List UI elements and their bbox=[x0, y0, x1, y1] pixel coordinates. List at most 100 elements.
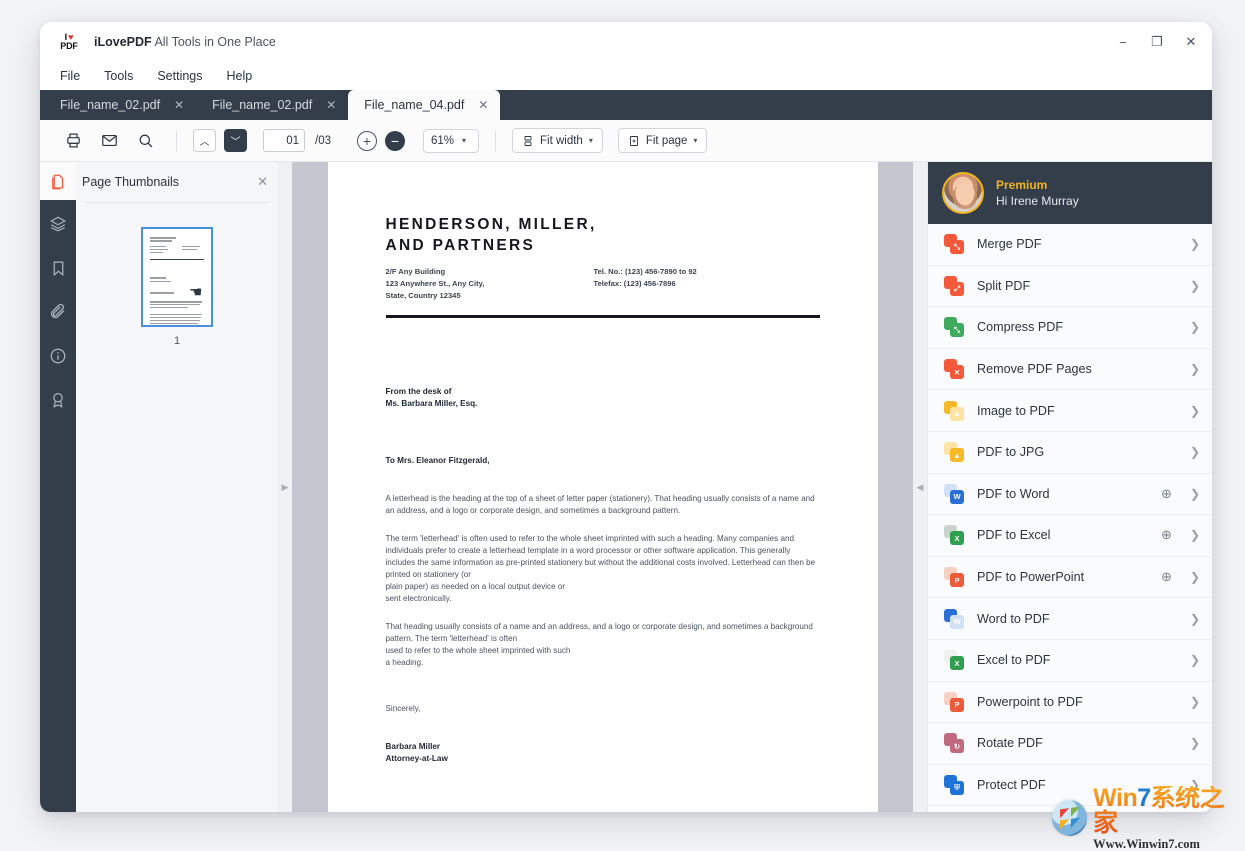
document-page: HENDERSON, MILLER, AND PARTNERS 2/F Any … bbox=[328, 162, 878, 812]
print-icon[interactable] bbox=[58, 126, 88, 156]
maximize-button[interactable]: ❐ bbox=[1140, 25, 1174, 59]
body-paragraph-1: A letterhead is the heading at the top o… bbox=[386, 493, 820, 517]
tool-row-pdf-to-jpg[interactable]: ▲ PDF to JPG ❯ bbox=[928, 432, 1212, 474]
collapse-right-arrow-icon[interactable]: ▶ bbox=[282, 482, 289, 493]
info-icon[interactable] bbox=[46, 344, 70, 368]
tool-row-merge-pdf[interactable]: ⤡Merge PDF❯ bbox=[928, 224, 1212, 266]
tool-row-split-pdf[interactable]: ⤢ Split PDF ❯ bbox=[928, 266, 1212, 308]
tab-file-1[interactable]: File_name_02.pdf ✕ bbox=[44, 90, 196, 120]
tool-row-excel-to-pdf[interactable]: XExcel to PDF❯ bbox=[928, 640, 1212, 682]
close-button[interactable]: ✕ bbox=[1174, 25, 1208, 59]
fit-page-icon bbox=[628, 135, 640, 147]
fit-page-button[interactable]: Fit page ▾ bbox=[618, 128, 708, 153]
tool-row-powerpoint-to-pdf[interactable]: PPowerpoint to PDF❯ bbox=[928, 682, 1212, 724]
page-number-input[interactable] bbox=[263, 129, 305, 152]
left-panel-splitter[interactable]: ▶ bbox=[278, 162, 292, 812]
chevron-right-icon[interactable]: ❯ bbox=[1190, 695, 1200, 709]
tab-file-3-active[interactable]: File_name_04.pdf ✕ bbox=[348, 90, 500, 120]
chevron-down-icon: ▾ bbox=[589, 136, 593, 145]
zoom-out-button[interactable]: − bbox=[385, 131, 405, 151]
layers-icon[interactable] bbox=[46, 212, 70, 236]
menu-item-tools[interactable]: Tools bbox=[92, 66, 145, 86]
tool-row-word-to-pdf[interactable]: WWord to PDF❯ bbox=[928, 598, 1212, 640]
address-line-3: State, Country 12345 bbox=[386, 290, 594, 302]
tool-row-pdf-to-powerpoint[interactable]: P PDF to PowerPoint ⊕ ❯ bbox=[928, 557, 1212, 599]
left-icon-rail bbox=[40, 162, 76, 812]
chevron-right-icon[interactable]: ❯ bbox=[1190, 736, 1200, 750]
tool-row-pdf-to-pdf-a[interactable]: /APDF to PDF/A❯ bbox=[928, 806, 1212, 812]
menu-item-help[interactable]: Help bbox=[215, 66, 265, 86]
globe-icon[interactable]: ⊕ bbox=[1161, 569, 1172, 585]
tool-row-compress-pdf[interactable]: ⤡Compress PDF❯ bbox=[928, 307, 1212, 349]
previous-page-button[interactable]: ︿ bbox=[193, 129, 216, 152]
chevron-right-icon[interactable]: ❯ bbox=[1190, 237, 1200, 251]
chevron-right-icon[interactable]: ❯ bbox=[1190, 279, 1200, 293]
fit-width-button[interactable]: Fit width ▾ bbox=[512, 128, 603, 153]
tab-close-icon[interactable]: ✕ bbox=[174, 98, 184, 112]
close-icon[interactable]: ✕ bbox=[257, 174, 268, 190]
attachment-icon[interactable] bbox=[46, 300, 70, 324]
globe-icon[interactable]: ⊕ bbox=[1161, 527, 1172, 543]
tool-label: Protect PDF bbox=[977, 778, 1177, 792]
globe-icon[interactable]: ⊕ bbox=[1161, 486, 1172, 502]
right-panel-splitter[interactable]: ◀ bbox=[913, 162, 927, 812]
chevron-right-icon[interactable]: ❯ bbox=[1190, 612, 1200, 626]
pdf-to-powerpoint-icon: P bbox=[944, 567, 964, 587]
main-body: Page Thumbnails ✕ bbox=[40, 162, 1212, 812]
avatar[interactable] bbox=[942, 172, 984, 214]
pdf-to-jpg-icon: ▲ bbox=[944, 442, 964, 462]
address-line-1: 2/F Any Building bbox=[386, 266, 594, 278]
user-account-bar[interactable]: Premium Hi Irene Murray bbox=[928, 162, 1212, 224]
next-page-button[interactable]: ﹀ bbox=[224, 129, 247, 152]
user-greeting: Hi Irene Murray bbox=[996, 194, 1079, 208]
split-pdf-icon: ⤢ bbox=[944, 276, 964, 296]
tool-label: PDF to PowerPoint bbox=[977, 570, 1148, 584]
signature-icon[interactable] bbox=[46, 388, 70, 412]
tool-label: PDF to JPG bbox=[977, 445, 1177, 459]
tab-file-2[interactable]: File_name_02.pdf ✕ bbox=[196, 90, 348, 120]
body-paragraph-2b: plain paper) as needed on a local output… bbox=[386, 581, 820, 593]
rotate-pdf-icon: ↻ bbox=[944, 733, 964, 753]
tool-row-remove-pdf-pages[interactable]: ✕Remove PDF Pages❯ bbox=[928, 349, 1212, 391]
body-paragraph-2c: sent electronically. bbox=[386, 593, 820, 605]
page-thumbnail-1[interactable]: ☚ bbox=[141, 227, 213, 327]
chevron-right-icon[interactable]: ❯ bbox=[1190, 653, 1200, 667]
chevron-right-icon[interactable]: ❯ bbox=[1190, 528, 1200, 542]
chevron-right-icon[interactable]: ❯ bbox=[1190, 487, 1200, 501]
chevron-right-icon[interactable]: ❯ bbox=[1190, 778, 1200, 792]
tab-close-icon[interactable]: ✕ bbox=[326, 98, 336, 112]
zoom-in-button[interactable]: + bbox=[357, 131, 377, 151]
tool-row-rotate-pdf[interactable]: ↻Rotate PDF❯ bbox=[928, 723, 1212, 765]
address-block: 2/F Any Building 123 Anywhere St., Any C… bbox=[386, 266, 820, 301]
tool-label: Merge PDF bbox=[977, 237, 1177, 251]
user-info: Premium Hi Irene Murray bbox=[996, 178, 1079, 208]
chevron-right-icon[interactable]: ❯ bbox=[1190, 362, 1200, 376]
tab-label: File_name_02.pdf bbox=[60, 98, 160, 112]
thumb-preview bbox=[150, 237, 204, 327]
tool-row-protect-pdf[interactable]: ⛨Protect PDF❯ bbox=[928, 765, 1212, 807]
chevron-right-icon[interactable]: ❯ bbox=[1190, 320, 1200, 334]
chevron-right-icon[interactable]: ❯ bbox=[1190, 404, 1200, 418]
mail-icon[interactable] bbox=[94, 126, 124, 156]
menu-item-file[interactable]: File bbox=[48, 66, 92, 86]
zoom-level-select[interactable]: 61% ▾ bbox=[423, 129, 479, 153]
document-viewer[interactable]: HENDERSON, MILLER, AND PARTNERS 2/F Any … bbox=[292, 162, 913, 812]
bookmark-icon[interactable] bbox=[46, 256, 70, 280]
collapse-left-arrow-icon[interactable]: ◀ bbox=[917, 482, 924, 493]
tool-label: Word to PDF bbox=[977, 612, 1177, 626]
tool-row-pdf-to-word[interactable]: WPDF to Word⊕❯ bbox=[928, 474, 1212, 516]
pdf-to-excel-icon: X bbox=[944, 525, 964, 545]
search-icon[interactable] bbox=[130, 126, 160, 156]
pages-icon[interactable] bbox=[46, 170, 70, 194]
tool-row-image-to-pdf[interactable]: ▲Image to PDF❯ bbox=[928, 390, 1212, 432]
menu-item-settings[interactable]: Settings bbox=[145, 66, 214, 86]
tool-label: Split PDF bbox=[977, 279, 1177, 293]
tab-close-icon[interactable]: ✕ bbox=[478, 98, 488, 112]
application-window: I♥ PDF iLovePDF All Tools in One Place −… bbox=[40, 22, 1212, 812]
chevron-right-icon[interactable]: ❯ bbox=[1190, 570, 1200, 584]
menu-bar: File Tools Settings Help bbox=[40, 62, 1212, 90]
minimize-button[interactable]: − bbox=[1106, 25, 1140, 59]
tool-row-pdf-to-excel[interactable]: XPDF to Excel⊕❯ bbox=[928, 515, 1212, 557]
chevron-right-icon[interactable]: ❯ bbox=[1190, 445, 1200, 459]
body-paragraph-3: That heading usually consists of a name … bbox=[386, 621, 820, 645]
